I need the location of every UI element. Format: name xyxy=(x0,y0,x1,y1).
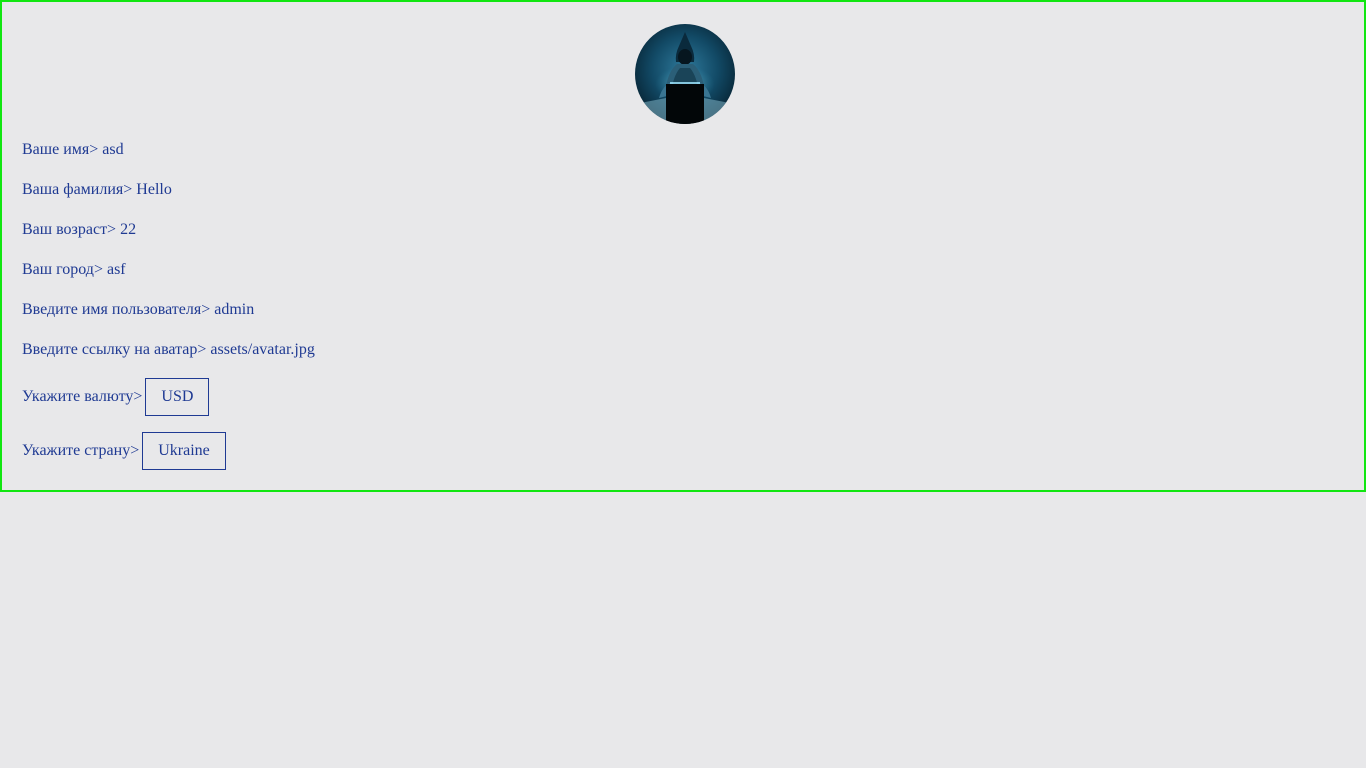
profile-panel: Ваше имя> asd Ваша фамилия> Hello Ваш возр… xyxy=(0,0,1366,492)
avatar-link-label: Введите ссылку на аватар> xyxy=(22,341,207,358)
last-name-label: Ваша фамилия> xyxy=(22,181,133,198)
city-label: Ваш город> xyxy=(22,261,103,278)
currency-select[interactable]: USD xyxy=(145,378,210,416)
avatar-link-value: assets/avatar.jpg xyxy=(210,341,315,358)
hooded-hacker-avatar-icon xyxy=(635,24,735,124)
country-row: Укажите страну> Ukraine xyxy=(22,432,226,470)
last-name-value: Hello xyxy=(136,181,172,198)
first-name-label: Ваше имя> xyxy=(22,141,99,158)
username-value: admin xyxy=(214,301,255,318)
country-select[interactable]: Ukraine xyxy=(142,432,226,470)
currency-row: Укажите валюту> USD xyxy=(22,378,210,416)
age-row: Ваш возраст> 22 xyxy=(22,221,136,239)
currency-label: Укажите валюту> xyxy=(22,388,143,405)
city-row: Ваш город> asf xyxy=(22,261,126,279)
username-row: Введите имя пользователя> admin xyxy=(22,301,254,319)
first-name-row: Ваше имя> asd xyxy=(22,141,124,159)
username-label: Введите имя пользователя> xyxy=(22,301,211,318)
last-name-row: Ваша фамилия> Hello xyxy=(22,181,172,199)
first-name-value: asd xyxy=(102,141,124,158)
city-value: asf xyxy=(106,261,126,278)
age-label: Ваш возраст> xyxy=(22,221,117,238)
age-value: 22 xyxy=(120,221,137,238)
avatar-link-row: Введите ссылку на аватар> assets/avatar.j… xyxy=(22,341,315,359)
country-label: Укажите страну> xyxy=(22,442,140,459)
